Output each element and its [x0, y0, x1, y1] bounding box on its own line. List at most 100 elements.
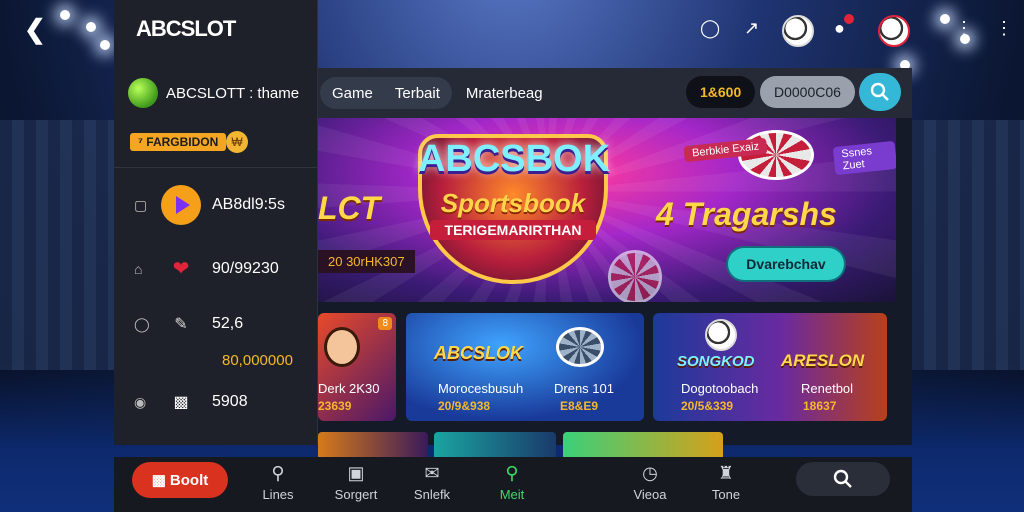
card-badge: 8 — [378, 317, 392, 330]
circle-icon: ◯ — [134, 315, 150, 332]
sportsbook-logo-tag: TERIGEMARIRTHAN — [430, 220, 596, 240]
home-icon: ⌂ — [134, 260, 143, 277]
bet-button[interactable]: ▩ Boolt — [132, 462, 228, 498]
card-value: 20/5&339 — [681, 399, 734, 413]
heart-icon: ❤ — [172, 258, 190, 280]
balance-pill-secondary[interactable]: D0000C06 — [760, 76, 855, 108]
character-avatar — [324, 327, 360, 367]
game-card-peek[interactable] — [434, 432, 556, 460]
sidebar: ABCSLOT ABCSLOTT : thame ⁷ FARGBIDON ₩ ▢… — [114, 0, 318, 445]
stadium-light — [60, 10, 70, 20]
stadium-light — [940, 14, 950, 24]
stadium-light — [86, 22, 96, 32]
bet-label: Boolt — [169, 471, 209, 489]
brand-logo: ABCSLOT — [136, 16, 236, 41]
notification-icon[interactable]: ● — [834, 14, 854, 39]
promo-badge[interactable]: ⁷ FARGBIDON — [130, 133, 227, 151]
divider — [114, 167, 317, 168]
tab-terbait[interactable]: Terbait — [395, 85, 440, 102]
card-label: Dogotoobach — [681, 381, 759, 396]
more-vertical-icon[interactable]: ⋮ — [955, 18, 973, 39]
box-icon: ▣ — [347, 463, 365, 483]
game-card-peek[interactable] — [563, 432, 723, 460]
chat-icon: ✉ — [424, 463, 440, 483]
sportsbook-logo-sub: Sportsbook — [440, 188, 586, 218]
card-value: 18637 — [803, 399, 837, 413]
game-card[interactable]: SONGKOD ARESLON Dogotoobach 20/5&339 Ren… — [653, 313, 887, 421]
nav-label: Sorgert — [334, 487, 378, 502]
nav-label: Vieoa — [633, 487, 667, 502]
play-icon — [161, 185, 201, 225]
nav-label: Lines — [262, 487, 294, 502]
card-icon: ▩ — [173, 394, 189, 411]
gamepad-icon: ♜ — [717, 463, 735, 483]
theme-selector[interactable]: ABCSLOTT : thame — [128, 78, 299, 108]
poker-chip — [556, 327, 604, 367]
card-title: ABCSLOK — [434, 343, 523, 363]
nav-label: Tone — [711, 487, 741, 502]
card-title: SONGKOD — [677, 353, 755, 370]
card-value: E8&E9 — [560, 399, 599, 413]
bottom-search-button[interactable] — [796, 462, 890, 496]
checkbox-icon[interactable]: ▢ — [134, 197, 158, 214]
location-icon: ⚲ — [271, 463, 285, 483]
share-icon[interactable]: ↗ — [744, 18, 759, 39]
more-vertical-icon[interactable]: ⋮ — [995, 18, 1013, 39]
search-button[interactable] — [859, 73, 901, 111]
card-label: Renetbol — [801, 381, 854, 396]
nav-item-tone[interactable]: ♜ Tone — [696, 463, 756, 502]
bottom-nav: ▩ Boolt ⚲ Lines ▣ Sorgert ✉ Snlefk ⚲ Mei… — [114, 457, 912, 512]
ticket-icon: ▩ — [151, 472, 166, 489]
coin-icon: ₩ — [226, 131, 248, 153]
sidebar-row-3[interactable]: ◯ ✎ 52,6 — [134, 314, 243, 334]
crowd-right — [912, 120, 1024, 370]
clock-icon: ◷ — [642, 463, 658, 483]
back-arrow-icon[interactable]: ❮ — [24, 14, 46, 45]
sidebar-row-label: AB8dl9:5s — [212, 196, 285, 213]
theme-ball-icon — [128, 78, 158, 108]
nav-item-snlefk[interactable]: ✉ Snlefk — [402, 463, 462, 502]
nav-item-lines[interactable]: ⚲ Lines — [248, 463, 308, 502]
casino-chip — [608, 250, 662, 302]
sidebar-row-1[interactable]: ▢ AB8dl9:5s — [134, 185, 285, 225]
search-icon — [870, 82, 889, 101]
tab-game[interactable]: Game — [332, 85, 373, 102]
banner-cta-button[interactable]: Dvarebchav — [728, 248, 844, 280]
nav-item-sorgert[interactable]: ▣ Sorgert — [326, 463, 386, 502]
sidebar-row-4[interactable]: ◉ ▩ 5908 — [134, 392, 248, 412]
sidebar-sub-amount: 80,000000 — [222, 352, 293, 369]
tab-mraterbeag[interactable]: Mraterbeag — [466, 85, 543, 102]
nav-item-vieoa[interactable]: ◷ Vieoa — [620, 463, 680, 502]
search-icon: ⚲ — [505, 463, 519, 483]
game-card[interactable]: ABCSLOK Morocesbusuh 20/9&938 Drens 101 … — [406, 313, 644, 421]
card-title: ARESLON — [781, 351, 865, 370]
game-card-peek[interactable] — [318, 432, 428, 460]
sidebar-row-label: 52,6 — [212, 315, 244, 332]
hero-banner[interactable]: LCT 20 30rHK307 ABCSBOK Sportsbook TERIG… — [318, 118, 896, 302]
card-value: 20/9&938 — [438, 399, 491, 413]
banner-left-sub: 20 30rHK307 — [318, 250, 415, 273]
theme-label: ABCSLOTT : thame — [166, 84, 300, 102]
game-card[interactable]: 8 Derk 2K30 23639 — [318, 313, 396, 421]
search-icon — [833, 469, 852, 488]
nav-item-meit[interactable]: ⚲ Meit — [482, 463, 542, 502]
card-label: Drens 101 — [554, 381, 614, 396]
sidebar-row-2[interactable]: ⌂ ❤ 90/99230 — [134, 256, 279, 281]
avatar-ball-icon[interactable] — [878, 15, 910, 47]
tab-group: Game Terbait — [320, 77, 452, 109]
balance-pill[interactable]: 1&600 — [686, 76, 756, 108]
card-value: 23639 — [318, 399, 352, 413]
soccer-ball-icon — [705, 319, 737, 351]
banner-left-title: LCT — [318, 190, 381, 226]
soccer-ball-icon[interactable] — [782, 15, 814, 47]
card-label: Morocesbusuh — [438, 381, 524, 396]
top-nav-bar: Game Terbait Mraterbeag 1&600 D0000C06 — [318, 68, 912, 118]
crowd-left — [0, 120, 120, 370]
shield-icon[interactable]: ◯ — [700, 18, 720, 39]
wifi-icon: ◉ — [134, 393, 147, 410]
card-label: Derk 2K30 — [318, 381, 380, 396]
nav-label: Snlefk — [413, 487, 451, 502]
banner-right-title: 4 Tragarshs — [656, 196, 837, 232]
stadium-light — [100, 40, 110, 50]
nav-label: Meit — [499, 487, 525, 502]
